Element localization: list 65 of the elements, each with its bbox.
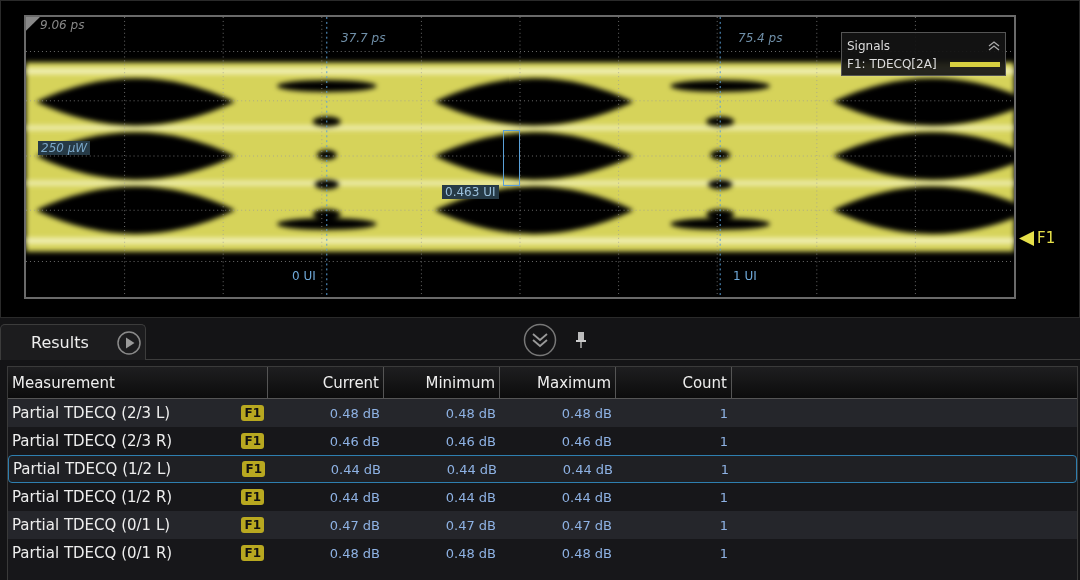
measurement-value: 0.48 dB (445, 405, 496, 421)
measurement-name: Partial TDECQ (1/2 R) (12, 488, 173, 506)
time-marker-label: 37.7 ps (341, 31, 386, 45)
measurement-value: 1 (719, 489, 728, 505)
unit-interval-label: 0 UI (292, 269, 316, 283)
column-header[interactable]: Current (268, 367, 384, 398)
measurement-value: 0.44 dB (329, 489, 380, 505)
measurement-row[interactable]: Partial TDECQ (1/2 R) F1 0.44 dB 0.44 dB 0.44 dB 1 (8, 483, 1077, 511)
column-header[interactable]: Count (616, 367, 732, 398)
measurement-value: 0.46 dB (445, 433, 496, 449)
measurement-row[interactable]: Partial TDECQ (0/1 L) F1 0.47 dB 0.47 dB 0.47 dB 1 (8, 511, 1077, 539)
results-tab[interactable]: Results (0, 324, 146, 360)
measurement-row[interactable]: Partial TDECQ (2/3 R) F1 0.46 dB 0.46 dB 0.46 dB 1 (8, 427, 1077, 455)
measurement-name: Partial TDECQ (0/1 R) (12, 544, 173, 562)
measurement-value: 0.48 dB (445, 545, 496, 561)
measurement-name: Partial TDECQ (1/2 L) (13, 460, 172, 478)
left-triangle-icon (1019, 230, 1034, 246)
play-icon[interactable] (117, 330, 141, 355)
measurement-value: 0.46 dB (329, 433, 380, 449)
measurement-value: 0.44 dB (561, 489, 612, 505)
cursor-label: 0.463 UI (442, 185, 499, 199)
measurement-value: 1 (719, 405, 728, 421)
source-badge: F1 (241, 489, 264, 505)
source-badge: F1 (242, 461, 265, 477)
measurement-value: 0.48 dB (561, 545, 612, 561)
measurement-value: 0.48 dB (561, 405, 612, 421)
measurement-value: 0.48 dB (329, 405, 380, 421)
measurement-row[interactable]: Partial TDECQ (2/3 L) F1 0.48 dB 0.48 dB 0.48 dB 1 (8, 399, 1077, 427)
measurement-value: 0.44 dB (562, 461, 613, 477)
collapse-chevron-icon[interactable] (988, 41, 1000, 51)
measurement-name: Partial TDECQ (2/3 R) (12, 432, 173, 450)
collapse-chevron-icon[interactable] (523, 323, 557, 357)
cursor-box[interactable] (503, 130, 520, 186)
measurement-value: 0.47 dB (445, 517, 496, 533)
column-header[interactable]: Maximum (500, 367, 616, 398)
measurement-value: 1 (720, 461, 729, 477)
measurement-value: 1 (719, 433, 728, 449)
source-badge: F1 (241, 405, 264, 421)
measurement-value: 0.48 dB (329, 545, 380, 561)
measurement-row[interactable]: Partial TDECQ (0/1 R) F1 0.48 dB 0.48 dB 0.48 dB 1 (8, 539, 1077, 567)
column-header[interactable]: Minimum (384, 367, 500, 398)
time-marker-label: 75.4 ps (738, 31, 783, 45)
source-badge: F1 (241, 545, 264, 561)
legend-entry-label: F1: TDECQ[2A] (847, 57, 937, 71)
measurement-value: 0.47 dB (329, 517, 380, 533)
measurement-value: 0.46 dB (561, 433, 612, 449)
measurement-value: 0.44 dB (446, 461, 497, 477)
source-badge: F1 (241, 517, 264, 533)
time-offset-label: 9.06 ps (40, 18, 85, 32)
unit-interval-label: 1 UI (733, 269, 757, 283)
measurement-value: 0.44 dB (445, 489, 496, 505)
measurement-value: 0.47 dB (561, 517, 612, 533)
measurement-name: Partial TDECQ (2/3 L) (12, 404, 171, 422)
measurement-name: Partial TDECQ (0/1 L) (12, 516, 171, 534)
measurement-value: 0.44 dB (330, 461, 381, 477)
measurement-row[interactable]: Partial TDECQ (1/2 L) F1 0.44 dB 0.44 dB 0.44 dB 1 (8, 455, 1077, 483)
measurement-value: 1 (719, 545, 728, 561)
source-badge: F1 (241, 433, 264, 449)
tab-label: Results (31, 333, 89, 352)
pin-icon[interactable] (575, 331, 587, 349)
legend-title: Signals (847, 39, 891, 53)
trace-marker-label: F1 (1037, 229, 1056, 247)
column-header[interactable]: Measurement (8, 367, 268, 398)
measurement-value: 1 (719, 517, 728, 533)
level-label: 250 µW (38, 141, 91, 155)
